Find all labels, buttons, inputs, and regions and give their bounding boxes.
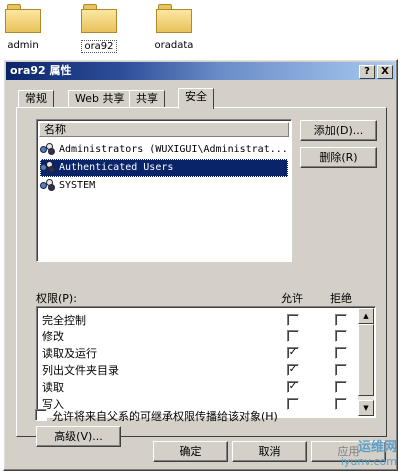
folder-label: oradata	[154, 40, 194, 51]
inherit-checkbox[interactable]	[35, 409, 47, 421]
deny-checkbox[interactable]	[335, 381, 347, 393]
folder-oradata[interactable]: oradata	[144, 0, 204, 51]
permissions-scrollbar[interactable]: ▲ ▼	[358, 308, 374, 416]
folder-ora92[interactable]: ora92	[69, 0, 129, 53]
tab-security[interactable]: 安全	[178, 88, 214, 109]
deny-checkbox[interactable]	[335, 330, 347, 342]
list-item[interactable]: Authenticated Users	[40, 159, 288, 177]
deny-checkbox[interactable]	[335, 314, 347, 326]
ok-button[interactable]: 确定	[153, 441, 228, 462]
tab-web-sharing[interactable]: Web 共享	[68, 90, 132, 108]
folder-label: ora92	[81, 40, 117, 53]
close-button[interactable]: X	[377, 65, 393, 79]
folder-icon	[81, 4, 117, 34]
help-button[interactable]: ?	[359, 65, 375, 79]
scroll-down-arrow-icon[interactable]: ▼	[358, 400, 374, 416]
cancel-button[interactable]: 取消	[232, 441, 307, 462]
names-header[interactable]: 名称	[39, 122, 289, 137]
list-item[interactable]: SYSTEM	[40, 177, 288, 195]
allow-checkbox[interactable]: ✓	[287, 381, 299, 393]
add-button[interactable]: 添加(D)...	[300, 120, 377, 141]
deny-checkbox[interactable]	[335, 364, 347, 376]
deny-checkbox[interactable]	[335, 398, 347, 410]
watermark: 运维网 iyunv.com	[341, 436, 397, 468]
list-item[interactable]: Administrators (WUXIGUI\Administrat...	[40, 141, 288, 159]
folder-admin[interactable]: admin	[0, 0, 53, 51]
permissions-list[interactable]: 完全控制 修改 读取及运行 ✓ 列出文件夹目录 ✓ 读取 ✓ 写入 ▲ ▼	[36, 306, 376, 418]
allow-checkbox[interactable]	[287, 330, 299, 342]
scroll-thumb[interactable]	[358, 324, 374, 396]
user-name: Authenticated Users	[59, 162, 174, 173]
permission-name: 列出文件夹目录	[42, 364, 119, 377]
remove-button[interactable]: 删除(R)	[300, 147, 377, 168]
user-name: SYSTEM	[59, 180, 96, 191]
permissions-label: 权限(P):	[36, 292, 77, 305]
allow-checkbox[interactable]: ✓	[287, 364, 299, 376]
tab-general[interactable]: 常规	[18, 90, 54, 108]
watermark-line2: iyunv.com	[340, 455, 397, 468]
properties-dialog: ora92 属性 ? X 常规 Web 共享 共享 安全 名称 Administ…	[3, 59, 398, 471]
user-name: Administrators (WUXIGUI\Administrat...	[59, 144, 288, 155]
permission-row: 读取及运行 ✓	[42, 345, 362, 362]
security-panel: 名称 Administrators (WUXIGUI\Administrat..…	[16, 107, 387, 447]
permission-name: 读取	[42, 381, 64, 394]
allow-header: 允许	[281, 292, 303, 305]
permission-row: 修改	[42, 328, 362, 345]
allow-checkbox[interactable]	[287, 314, 299, 326]
group-users-icon	[40, 160, 56, 174]
group-users-icon	[40, 178, 56, 192]
permission-row: 读取 ✓	[42, 379, 362, 396]
title-bar[interactable]: ora92 属性 ? X	[6, 62, 395, 80]
advanced-button[interactable]: 高级(V)...	[36, 426, 121, 447]
group-users-icon	[40, 142, 56, 156]
permission-name: 完全控制	[42, 314, 86, 327]
permission-row: 完全控制	[42, 312, 362, 329]
folder-icon	[156, 4, 192, 34]
deny-header: 拒绝	[330, 292, 352, 305]
folder-icon	[5, 4, 41, 34]
allow-checkbox[interactable]	[287, 398, 299, 410]
permission-row: 列出文件夹目录 ✓	[42, 362, 362, 379]
permission-name: 读取及运行	[42, 347, 97, 360]
watermark-line1: 运维网	[357, 440, 397, 455]
users-list[interactable]: 名称 Administrators (WUXIGUI\Administrat..…	[36, 119, 292, 262]
permission-name: 修改	[42, 330, 64, 343]
scroll-up-arrow-icon[interactable]: ▲	[358, 308, 374, 324]
tab-sharing[interactable]: 共享	[129, 90, 165, 108]
allow-checkbox[interactable]: ✓	[287, 347, 299, 359]
inherit-label: 允许将来自父系的可继承权限传播给该对象(H)	[52, 410, 278, 423]
deny-checkbox[interactable]	[335, 347, 347, 359]
dialog-title: ora92 属性	[10, 64, 72, 77]
folder-label: admin	[7, 40, 39, 51]
